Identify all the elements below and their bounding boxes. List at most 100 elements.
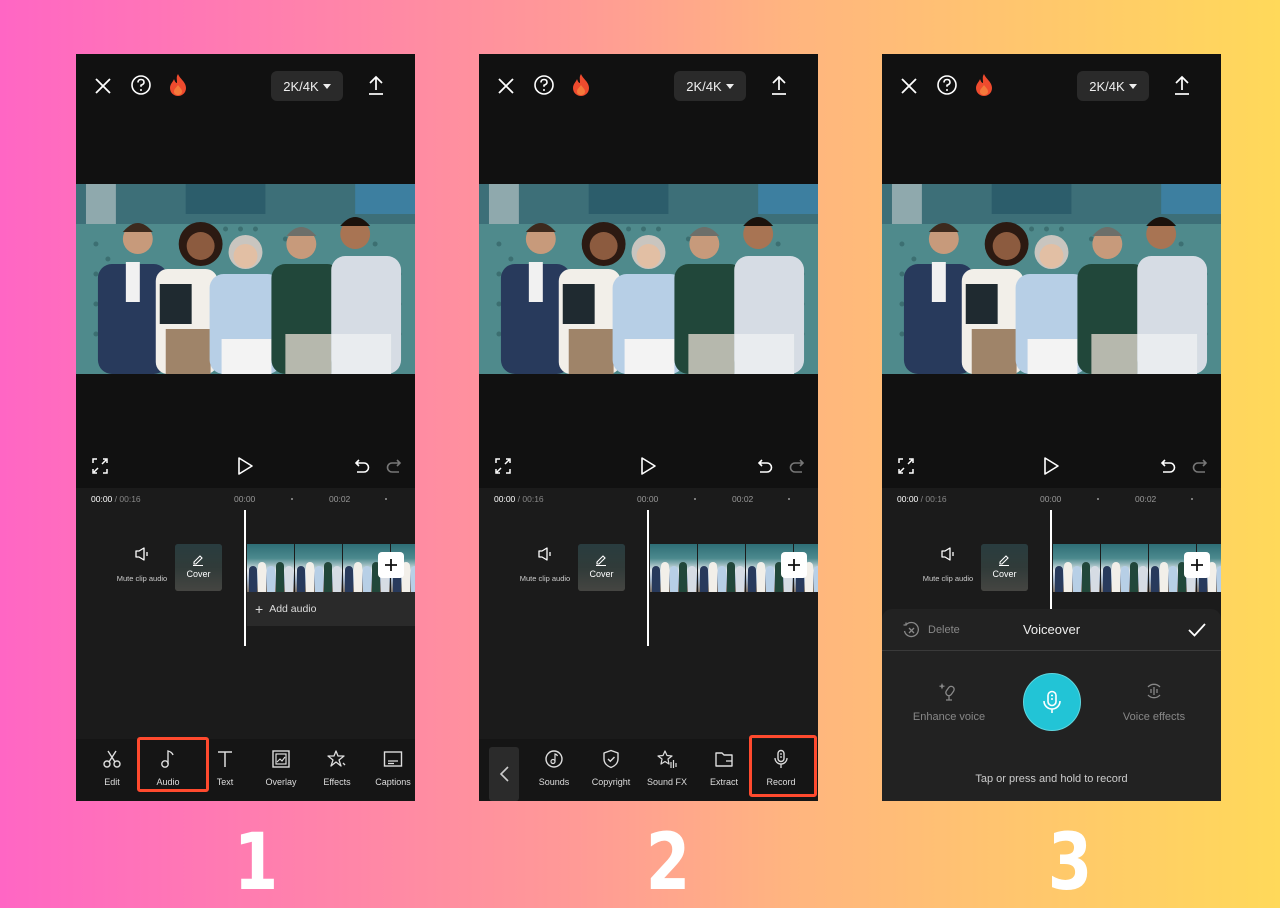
fire-icon[interactable] [168, 73, 188, 97]
tick-dot [788, 498, 790, 500]
current-time: 00:00 [897, 494, 919, 504]
toolbar-item-edit[interactable]: Edit [87, 749, 137, 790]
play-icon[interactable] [1042, 456, 1060, 476]
redo-icon[interactable] [788, 457, 806, 475]
toolbar-item-label: Edit [104, 777, 120, 787]
close-icon[interactable] [899, 76, 919, 96]
mute-label: Mute clip audio [922, 574, 974, 583]
voice-effects-label: Voice effects [1122, 711, 1186, 723]
folder-icon [714, 749, 734, 769]
plus-icon [384, 558, 398, 572]
toolbar-item-sound-fx[interactable]: Sound FX [642, 749, 692, 790]
voice-effects-button[interactable]: Voice effects [1104, 681, 1204, 725]
tick-label: 00:02 [329, 494, 351, 504]
fullscreen-icon[interactable] [495, 458, 511, 474]
step-number: 3 [1047, 818, 1093, 908]
toolbar-item-captions[interactable]: Captions [368, 749, 415, 790]
add-clip-button[interactable] [781, 552, 807, 578]
video-preview[interactable] [479, 184, 818, 374]
voiceover-title: Voiceover [1022, 622, 1081, 637]
back-button[interactable] [489, 747, 519, 801]
cover-button[interactable]: Cover [981, 544, 1028, 591]
undo-icon[interactable] [1159, 457, 1177, 475]
tick-label: 00:00 [637, 494, 659, 504]
step-number: 1 [233, 818, 279, 908]
enhance-voice-icon [939, 681, 959, 701]
toolbar-item-extract[interactable]: Extract [699, 749, 749, 790]
text-icon [215, 749, 235, 769]
preview-image [76, 184, 415, 374]
plus-icon [1190, 558, 1204, 572]
play-icon[interactable] [236, 456, 254, 476]
voice-effects-icon [1144, 681, 1164, 701]
toolbar-item-overlay[interactable]: Overlay [256, 749, 306, 790]
mute-label: Mute clip audio [519, 574, 571, 583]
highlight-box [749, 735, 817, 797]
time-readout: 00:00 / 00:16 [494, 494, 544, 504]
pencil-icon [595, 554, 607, 566]
toolbar-item-label: Extract [709, 777, 738, 787]
tick-dot [694, 498, 696, 500]
undo-icon[interactable] [756, 457, 774, 475]
playhead[interactable] [1050, 510, 1052, 610]
speaker-icon [134, 546, 150, 562]
pencil-icon [998, 554, 1010, 566]
mute-clip-audio-button[interactable]: Mute clip audio [112, 546, 172, 586]
resolution-dropdown[interactable]: 2K/4K [1077, 71, 1149, 101]
resolution-dropdown[interactable]: 2K/4K [674, 71, 746, 101]
mute-clip-audio-button[interactable]: Mute clip audio [918, 546, 978, 586]
add-audio-button[interactable]: + Add audio [247, 592, 415, 626]
cover-button[interactable]: Cover [175, 544, 222, 591]
top-bar: 2K/4K [882, 54, 1221, 116]
clip-frame [1053, 544, 1100, 592]
fullscreen-icon[interactable] [92, 458, 108, 474]
preview-image [882, 184, 1221, 374]
tick-label: 00:00 [234, 494, 256, 504]
toolbar-item-sounds[interactable]: Sounds [529, 749, 579, 790]
add-clip-button[interactable] [1184, 552, 1210, 578]
video-preview[interactable] [882, 184, 1221, 374]
toolbar-item-effects[interactable]: Effects [312, 749, 362, 790]
upload-icon[interactable] [366, 74, 386, 96]
toolbar-item-label: Sound FX [646, 777, 688, 787]
cover-label: Cover [589, 569, 614, 579]
overlay-icon [271, 749, 291, 769]
undo-icon[interactable] [353, 457, 371, 475]
top-bar: 2K/4K [479, 54, 818, 116]
cover-button[interactable]: Cover [578, 544, 625, 591]
checkmark-icon[interactable] [1187, 620, 1207, 640]
redo-icon[interactable] [1191, 457, 1209, 475]
toolbar-item-copyright[interactable]: Copyright [586, 749, 636, 790]
upload-icon[interactable] [769, 74, 789, 96]
fire-icon[interactable] [571, 73, 591, 97]
close-icon[interactable] [93, 76, 113, 96]
playhead[interactable] [647, 510, 649, 646]
play-icon[interactable] [639, 456, 657, 476]
upload-icon[interactable] [1172, 74, 1192, 96]
tick-label: 00:02 [732, 494, 754, 504]
effects-star-icon [327, 749, 347, 769]
resolution-label: 2K/4K [1089, 78, 1125, 94]
phone-screen-step-3: 2K/4K 00:00 / 00:16 00:00 00:02 Mute cli… [882, 54, 1221, 801]
fullscreen-icon[interactable] [898, 458, 914, 474]
close-icon[interactable] [496, 76, 516, 96]
redo-icon[interactable] [385, 457, 403, 475]
help-circle-icon[interactable] [936, 74, 958, 96]
phone-screen-step-1: 2K/4K 00:00 / 00:16 00:00 00:02 Mute cli… [76, 54, 415, 801]
fire-icon[interactable] [974, 73, 994, 97]
help-circle-icon[interactable] [130, 74, 152, 96]
highlight-box [137, 737, 209, 792]
current-time: 00:00 [91, 494, 113, 504]
enhance-voice-button[interactable]: Enhance voice [899, 681, 999, 725]
resolution-dropdown[interactable]: 2K/4K [271, 71, 343, 101]
caret-down-icon [322, 83, 331, 89]
help-circle-icon[interactable] [533, 74, 555, 96]
video-preview[interactable] [76, 184, 415, 374]
record-button[interactable] [1023, 673, 1081, 731]
add-clip-button[interactable] [378, 552, 404, 578]
playhead[interactable] [244, 510, 246, 646]
toolbar-item-text[interactable]: Text [200, 749, 250, 790]
tick-label: 00:00 [1040, 494, 1062, 504]
phone-screen-step-2: 2K/4K 00:00 / 00:16 00:00 00:02 Mute cli… [479, 54, 818, 801]
mute-clip-audio-button[interactable]: Mute clip audio [515, 546, 575, 586]
